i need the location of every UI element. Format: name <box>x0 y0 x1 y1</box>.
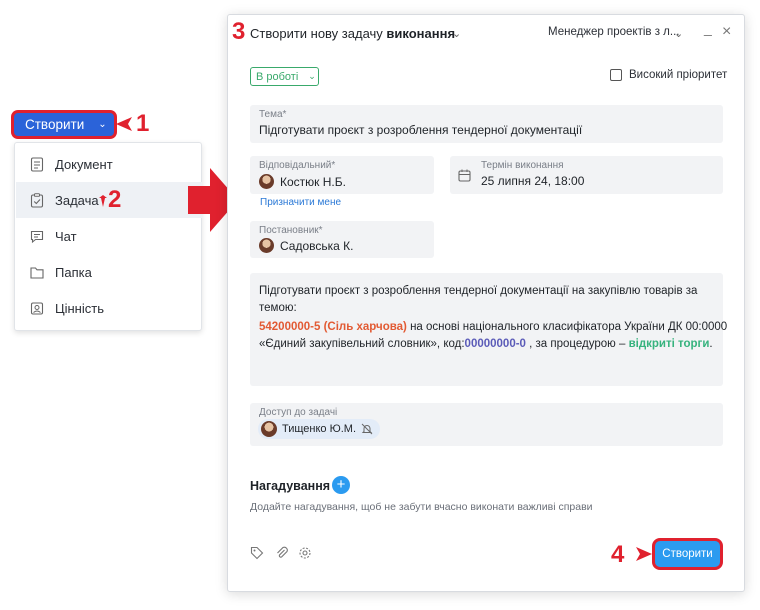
status-select[interactable]: В роботі ⌄ <box>250 67 319 86</box>
avatar <box>259 174 274 189</box>
topic-value: Підготувати проєкт з розроблення тендерн… <box>259 123 583 137</box>
tag-icon[interactable] <box>250 546 264 560</box>
responsible-label: Відповідальний* <box>259 160 336 171</box>
reminders-title: Нагадування <box>250 479 331 493</box>
menu-item-chat[interactable]: Чат <box>16 218 202 254</box>
create-task-dialog: 3 Створити нову задачу виконання ⌄ Менед… <box>227 14 745 592</box>
reminders-hint: Додайте нагадування, щоб не забути вчасн… <box>250 501 593 513</box>
menu-item-folder[interactable]: Папка <box>16 254 202 290</box>
project-selector[interactable]: Менеджер проектів з л... <box>548 26 679 38</box>
setter-value: Садовська К. <box>280 238 354 253</box>
access-person-name: Тищенко Ю.М. <box>282 423 356 435</box>
create-button[interactable]: Створити ⌄ <box>12 111 116 138</box>
responsible-field[interactable]: Відповідальний* Костюк Н.Б. <box>250 156 434 194</box>
access-person-chip[interactable]: Тищенко Ю.М. <box>258 419 380 439</box>
attachment-icon[interactable] <box>275 546 289 560</box>
chevron-down-icon[interactable]: ⌄ <box>452 27 461 40</box>
menu-item-label: Чат <box>55 228 77 244</box>
avatar <box>261 421 277 437</box>
deadline-field[interactable]: Термін виконання 25 липня 24, 18:00 <box>450 156 723 194</box>
high-priority-toggle[interactable]: Високий пріоритет <box>610 69 727 81</box>
annotation-number-1: 1 <box>136 110 150 137</box>
deadline-label: Термін виконання <box>481 160 564 171</box>
close-icon[interactable]: × <box>722 24 731 40</box>
avatar <box>259 238 274 253</box>
create-task-button-label: Створити <box>662 548 713 560</box>
create-menu: Документ Задача Чат Папка Цінність <box>14 142 202 331</box>
dialog-title-text: Створити нову задачу <box>250 26 383 41</box>
folder-icon <box>30 266 44 279</box>
description-line: 54200000-5 (Сіль харчова) на основі наці… <box>259 318 727 336</box>
dialog-title-type: виконання <box>386 26 456 41</box>
annotation-number-3: 3 <box>232 18 246 45</box>
menu-item-label: Задача <box>55 192 99 208</box>
chat-icon <box>30 230 44 243</box>
procedure-type: відкриті торги <box>628 338 710 350</box>
deadline-value: 25 липня 24, 18:00 <box>481 174 585 188</box>
minimize-icon[interactable]: _ <box>704 20 712 36</box>
description-line: темою: <box>259 302 297 314</box>
chevron-down-icon: ⌄ <box>98 119 107 130</box>
chevron-down-icon[interactable]: ⌄ <box>674 27 683 40</box>
annotation-arrow-icon <box>116 117 132 131</box>
description-text: . <box>709 338 713 350</box>
status-value: В роботі <box>256 70 299 83</box>
menu-item-label: Цінність <box>55 300 104 316</box>
dialog-title[interactable]: Створити нову задачу виконання <box>250 26 455 41</box>
access-label: Доступ до задачі <box>259 407 338 418</box>
menu-item-label: Папка <box>55 264 92 280</box>
setter-label: Постановник* <box>259 225 323 236</box>
document-icon <box>30 156 44 172</box>
high-priority-label: Високий пріоритет <box>629 69 728 81</box>
annotation-number-4: 4 <box>611 541 625 568</box>
create-task-button[interactable]: Створити <box>653 539 722 569</box>
annotation-arrow-icon <box>636 547 652 561</box>
description-field[interactable]: Підготувати проєкт з розроблення тендерн… <box>250 273 727 386</box>
calendar-icon <box>458 169 471 182</box>
description-line: Підготувати проєкт з розроблення тендерн… <box>259 285 698 297</box>
menu-item-label: Документ <box>55 156 113 172</box>
high-priority-checkbox[interactable] <box>610 69 622 81</box>
add-reminder-button[interactable]: + <box>332 476 350 494</box>
menu-item-document[interactable]: Документ <box>16 146 202 182</box>
description-text: «Єдиний закупівельний словник», код: <box>259 338 465 350</box>
create-button-label: Створити <box>25 117 85 132</box>
topic-field[interactable]: Тема* Підготувати проєкт з розроблення т… <box>250 105 723 143</box>
annotation-arrow-icon <box>99 195 107 207</box>
responsible-value: Костюк Н.Б. <box>280 174 346 189</box>
description-line: «Єдиний закупівельний словник», код:0000… <box>259 335 713 353</box>
chevron-down-icon: ⌄ <box>308 71 316 81</box>
annotation-number-2: 2 <box>108 186 122 213</box>
setter-field[interactable]: Постановник* Садовська К. <box>250 221 434 258</box>
value-icon <box>30 301 44 315</box>
task-icon <box>30 192 44 208</box>
gear-icon[interactable] <box>298 546 312 560</box>
dictionary-code: 00000000-0 <box>464 338 526 350</box>
topic-label: Тема* <box>259 109 287 120</box>
description-text: , за процедурою – <box>525 338 629 350</box>
setter-person: Садовська К. <box>259 238 354 253</box>
classification-code: 54200000-5 (Сіль харчова) <box>259 321 407 333</box>
assign-me-link[interactable]: Призначити мене <box>260 197 341 208</box>
bell-off-icon[interactable] <box>361 423 373 435</box>
responsible-person: Костюк Н.Б. <box>259 174 346 189</box>
description-text: на основі національного класифікатора Ук… <box>406 321 728 333</box>
menu-item-value[interactable]: Цінність <box>16 290 202 326</box>
